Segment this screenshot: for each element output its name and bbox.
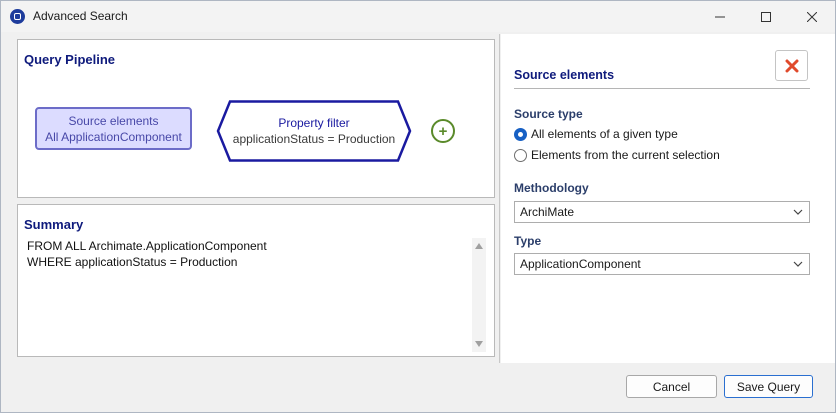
query-pipeline-title: Query Pipeline xyxy=(24,52,116,67)
red-x-icon xyxy=(785,59,798,72)
radio-all-elements[interactable]: All elements of a given type xyxy=(514,127,678,141)
source-elements-node[interactable]: Source elements All ApplicationComponent xyxy=(35,107,192,150)
remove-step-button[interactable] xyxy=(775,50,808,81)
minimize-button[interactable] xyxy=(697,1,743,32)
maximize-icon xyxy=(761,11,771,22)
source-elements-pane: Source elements Source type All elements… xyxy=(501,34,835,363)
chevron-down-icon xyxy=(793,209,803,215)
plus-circle-icon: + xyxy=(438,122,448,140)
query-pipeline-panel: Query Pipeline Source elements All Appli… xyxy=(17,39,495,198)
filter-node-title: Property filter xyxy=(278,116,350,130)
source-type-label: Source type xyxy=(514,107,583,121)
advanced-search-dialog: Advanced Search Query Pipeline Source el… xyxy=(0,0,836,413)
source-node-subtitle: All ApplicationComponent xyxy=(45,129,182,144)
radio-selected-icon[interactable] xyxy=(514,127,527,141)
type-label: Type xyxy=(514,234,542,248)
summary-scrollbar[interactable] xyxy=(472,238,486,352)
source-node-title: Source elements xyxy=(68,113,159,128)
add-step-button[interactable]: + xyxy=(431,119,455,143)
pane-divider[interactable] xyxy=(499,34,500,363)
radio-unselected-icon[interactable] xyxy=(514,148,527,162)
summary-line: FROM ALL Archimate.ApplicationComponent xyxy=(27,239,267,253)
type-value: ApplicationComponent xyxy=(520,257,641,271)
window-title: Advanced Search xyxy=(33,9,128,23)
radio-label: All elements of a given type xyxy=(531,127,678,141)
minimize-icon xyxy=(715,16,725,17)
radio-label: Elements from the current selection xyxy=(531,148,720,162)
type-select[interactable]: ApplicationComponent xyxy=(514,253,810,275)
scroll-up-icon[interactable] xyxy=(475,243,483,249)
summary-title: Summary xyxy=(24,217,84,232)
scroll-down-icon[interactable] xyxy=(475,341,483,347)
title-bar: Advanced Search xyxy=(1,1,835,32)
methodology-label: Methodology xyxy=(514,181,589,195)
cancel-button[interactable]: Cancel xyxy=(626,375,717,398)
summary-panel: Summary FROM ALL Archimate.ApplicationCo… xyxy=(17,204,495,357)
methodology-value: ArchiMate xyxy=(520,205,575,219)
summary-text: FROM ALL Archimate.ApplicationComponent … xyxy=(27,238,267,270)
maximize-button[interactable] xyxy=(743,1,789,32)
close-window-button[interactable] xyxy=(789,1,835,32)
source-elements-title: Source elements xyxy=(514,68,615,82)
close-icon xyxy=(807,11,817,22)
summary-line: WHERE applicationStatus = Production xyxy=(27,255,238,269)
filter-node-subtitle: applicationStatus = Production xyxy=(232,132,396,146)
property-filter-node[interactable]: Property filter applicationStatus = Prod… xyxy=(216,100,412,162)
header-rule xyxy=(514,88,810,89)
chevron-down-icon xyxy=(793,261,803,267)
app-logo-icon xyxy=(10,9,25,24)
radio-current-selection[interactable]: Elements from the current selection xyxy=(514,148,720,162)
save-query-button[interactable]: Save Query xyxy=(724,375,813,398)
methodology-select[interactable]: ArchiMate xyxy=(514,201,810,223)
